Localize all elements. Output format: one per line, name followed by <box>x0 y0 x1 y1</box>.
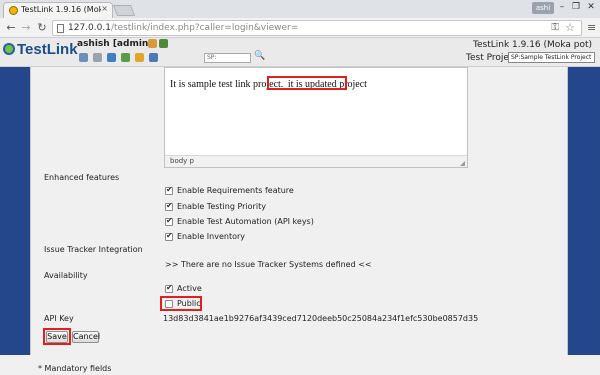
testlink-logo-icon <box>3 43 15 55</box>
url-host: 127.0.0.1 <box>68 23 111 33</box>
cancel-button[interactable]: Cancel <box>72 331 100 343</box>
minimize-button[interactable]: – <box>555 0 569 14</box>
highlight-updated-text <box>267 76 347 90</box>
editor-status-bar: body p <box>165 155 467 167</box>
requirements-label: Enable Requirements feature <box>177 186 294 195</box>
tab-title: TestLink 1.9.16 (Moka pot) <box>21 5 101 14</box>
browser-menu-icon[interactable]: ≡ <box>587 21 596 34</box>
browser-tab[interactable]: TestLink 1.9.16 (Moka pot) × <box>3 2 113 18</box>
issue-tracker-label: Issue Tracker Integration <box>44 245 143 254</box>
user-settings-icon[interactable] <box>148 39 157 48</box>
testing-priority-checkbox[interactable] <box>165 201 173 211</box>
availability-label: Availability <box>44 271 88 280</box>
reports-icon[interactable] <box>135 53 144 62</box>
logout-icon[interactable] <box>159 39 168 48</box>
url-text[interactable]: 127.0.0.1/testlink/index.php?caller=logi… <box>68 23 298 33</box>
requirements-icon[interactable] <box>93 53 102 62</box>
browser-tab-strip: TestLink 1.9.16 (Moka pot) × ashi – ❐ ✕ <box>0 0 600 18</box>
test-automation-checkbox[interactable] <box>165 216 173 226</box>
active-checkbox[interactable] <box>165 283 173 293</box>
app-version: TestLink 1.9.16 (Moka pot) <box>473 40 592 50</box>
bookmark-star-icon[interactable]: ☆ <box>565 21 575 34</box>
maximize-button[interactable]: ❐ <box>569 0 583 14</box>
resize-grip-icon[interactable] <box>460 161 465 166</box>
forward-arrow-icon[interactable]: → <box>19 21 33 35</box>
user-name: ashish [admin] <box>77 39 153 49</box>
testlink-logo[interactable]: TestLink <box>3 40 78 62</box>
active-label: Active <box>177 284 202 293</box>
address-bar[interactable]: 127.0.0.1/testlink/index.php?caller=logi… <box>52 20 582 36</box>
desktop-icon[interactable] <box>79 53 88 62</box>
highlight-public <box>160 296 202 311</box>
test-case-search-input[interactable]: SP: <box>204 53 251 63</box>
testlink-favicon-icon <box>9 6 18 15</box>
tab-close-icon[interactable]: × <box>101 4 108 13</box>
api-key-value: 13d83d3841ae1b9276af3439ced7120deeb50c25… <box>163 314 479 323</box>
requirements-checkbox[interactable] <box>165 185 173 195</box>
testing-priority-label: Enable Testing Priority <box>177 202 266 211</box>
editor-element-path: body p <box>170 157 194 165</box>
highlight-save <box>43 328 71 345</box>
issue-tracker-message: >> There are no Issue Tracker Systems de… <box>165 260 372 269</box>
mandatory-note: * Mandatory fields <box>38 364 112 373</box>
enhanced-features-label: Enhanced features <box>44 173 120 182</box>
reload-icon[interactable]: ↻ <box>35 21 49 35</box>
close-window-button[interactable]: ✕ <box>584 0 598 14</box>
new-tab-button[interactable] <box>112 5 136 16</box>
browser-user-badge[interactable]: ashi <box>532 2 554 14</box>
events-icon[interactable] <box>149 53 158 62</box>
url-path: /testlink/index.php?caller=login&viewer= <box>110 23 299 33</box>
test-project-select[interactable]: SP:Sample TestLink Project <box>508 52 595 63</box>
test-automation-label: Enable Test Automation (API keys) <box>177 217 314 226</box>
testlink-header: TestLink ashish [admin] TestLink 1.9.16 … <box>0 38 600 67</box>
test-spec-icon[interactable] <box>107 53 116 62</box>
address-bar-row: ← → ↻ 127.0.0.1/testlink/index.php?calle… <box>0 18 600 38</box>
api-key-label: API Key <box>44 314 74 323</box>
execute-icon[interactable] <box>121 53 130 62</box>
inventory-label: Enable Inventory <box>177 232 246 241</box>
key-icon[interactable]: ⚿ <box>551 22 559 33</box>
back-arrow-icon[interactable]: ← <box>4 21 18 35</box>
inventory-checkbox[interactable] <box>165 231 173 241</box>
page-icon <box>57 24 64 33</box>
logo-text: TestLink <box>17 41 78 58</box>
search-icon[interactable]: 🔍 <box>254 51 265 61</box>
